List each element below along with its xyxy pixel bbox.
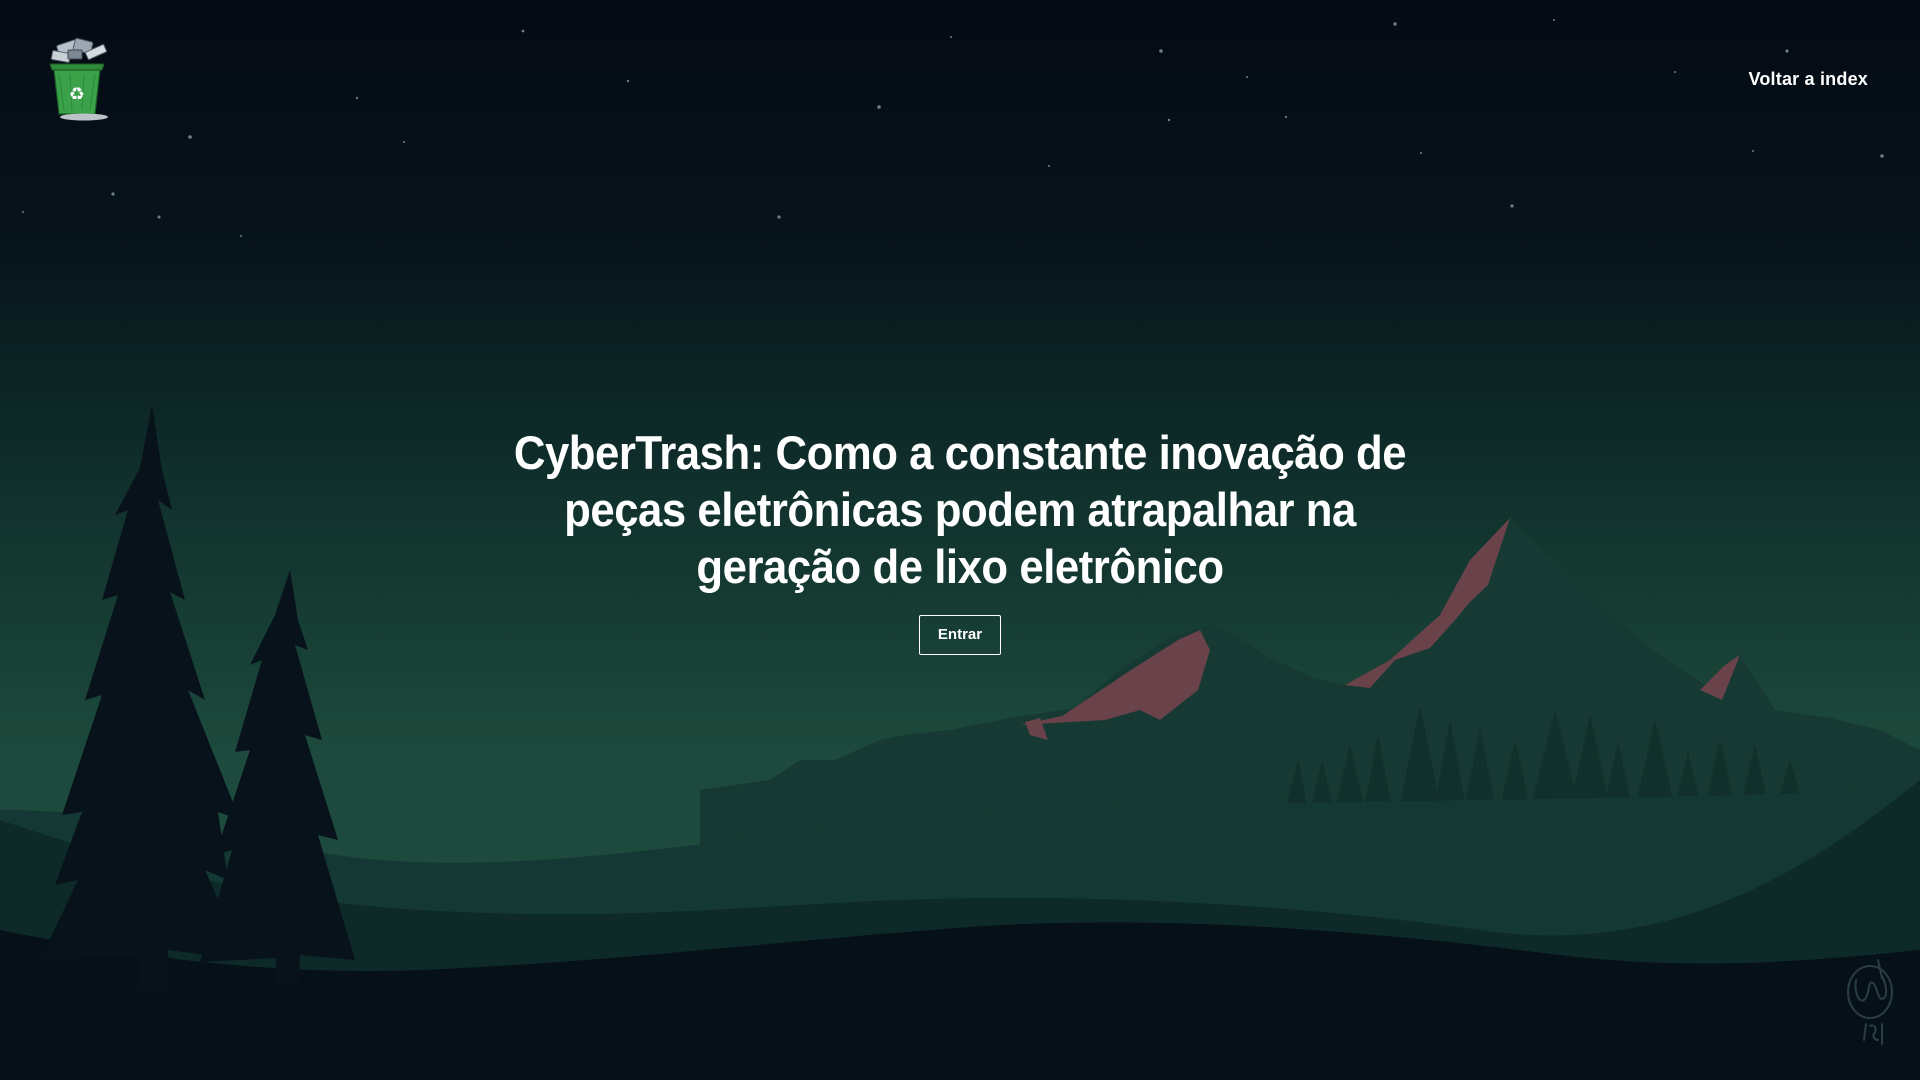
page-title: CyberTrash: Como a constante inovação de… [513,426,1407,593]
svg-text:♻: ♻ [69,84,85,105]
landing-page: ♻ Voltar a index CyberTrash: Como a cons… [0,0,1920,1080]
artist-signature-icon [1847,959,1893,1045]
enter-button[interactable]: Entrar [919,615,1001,655]
hero: CyberTrash: Como a constante inovação de… [460,424,1460,655]
recycle-trash-bin-logo[interactable]: ♻ [42,37,118,122]
back-to-index-link[interactable]: Voltar a index [1748,69,1868,90]
recycle-trash-bin-icon: ♻ [49,37,108,121]
